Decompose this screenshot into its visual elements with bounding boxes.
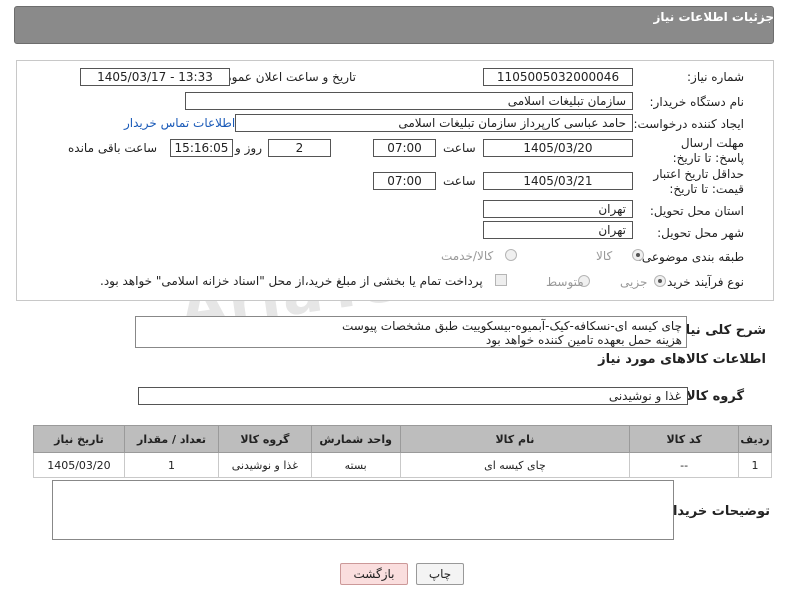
cell-qty: 1 [123, 452, 220, 478]
back-button[interactable]: بازگشت [340, 563, 408, 585]
price-time-field: 07:00 [373, 172, 436, 190]
city-label: شهر محل تحویل: [657, 226, 744, 240]
category-radio-goods-service[interactable] [505, 249, 517, 261]
cell-unit: بسته [310, 452, 401, 478]
cell-code: -- [629, 452, 740, 478]
cell-row: 1 [738, 452, 772, 478]
process-label: نوع فرآیند خرید : [659, 275, 744, 289]
col-date: تاریخ نیاز [33, 425, 125, 453]
price-date-field: 1405/03/21 [483, 172, 633, 190]
buyer-notes-textarea[interactable] [52, 480, 674, 540]
print-button[interactable]: چاپ [416, 563, 464, 585]
province-label: استان محل تحویل: [649, 204, 744, 218]
announce-label: تاریخ و ساعت اعلان عمومی: [211, 70, 356, 84]
col-unit: واحد شمارش [310, 425, 401, 453]
goods-section-title: اطلاعات کالاهای مورد نیاز [598, 352, 766, 367]
announce-field: 1405/03/17 - 13:33 [80, 68, 230, 86]
reply-time-label: ساعت [443, 141, 476, 155]
treasury-checkbox[interactable] [495, 274, 507, 286]
items-table: ردیف کد کالا نام کالا واحد شمارش گروه کا… [33, 425, 772, 478]
page-title: جزئیات اطلاعات نیاز [653, 10, 774, 24]
category-radio-goods[interactable] [632, 249, 644, 261]
need-number-label: شماره نیاز: [687, 70, 744, 84]
cell-date: 1405/03/20 [33, 452, 125, 478]
reply-time-field: 07:00 [373, 139, 436, 157]
remaining-label: ساعت باقی مانده [68, 141, 158, 155]
process-medium-label: متوسط [546, 275, 584, 289]
buyer-contact-link[interactable]: اطلاعات تماس خریدار [124, 116, 235, 130]
col-qty: تعداد / مقدار [123, 425, 220, 453]
category-goods-service-label: کالا/خدمت [441, 249, 494, 263]
col-group: گروه کالا [218, 425, 312, 453]
category-goods-label: کالا [596, 249, 613, 263]
creator-label: ایجاد کننده درخواست: [633, 117, 744, 131]
table-row: 1 -- چای کیسه ای بسته غذا و نوشیدنی 1 14… [33, 452, 772, 478]
description-textarea[interactable]: چای کیسه ای-نسکافه-کیک-آبمیوه-بیسکوییت ط… [135, 316, 687, 348]
goods-group-label: گروه کالا: [680, 389, 744, 404]
buyer-org-field: سازمان تبلیغات اسلامی [185, 92, 633, 110]
price-time-label: ساعت [443, 174, 476, 188]
city-field: تهران [483, 221, 633, 239]
price-validity-label: حداقل تاریخ اعتبار قیمت: تا تاریخ: [653, 167, 744, 196]
cell-name: چای کیسه ای [399, 452, 631, 478]
col-code: کد کالا [629, 425, 740, 453]
need-number-field: 1105005032000046 [483, 68, 633, 86]
process-minor-label: جزیی [620, 275, 648, 289]
cell-group: غذا و نوشیدنی [218, 452, 312, 478]
process-radio-minor[interactable] [654, 275, 666, 287]
col-row: ردیف [738, 425, 772, 453]
creator-field: حامد عباسی کارپرداز سازمان تبلیغات اسلام… [235, 114, 633, 132]
col-name: نام کالا [399, 425, 631, 453]
province-field: تهران [483, 200, 633, 218]
reply-deadline-label: مهلت ارسال پاسخ: تا تاریخ: [672, 136, 744, 165]
reply-date-field: 1405/03/20 [483, 139, 633, 157]
category-label: طبقه بندی موضوعی: [637, 250, 744, 264]
days-label: روز و [235, 141, 262, 155]
table-header-row: ردیف کد کالا نام کالا واحد شمارش گروه کا… [33, 425, 772, 453]
description-line-2: هزینه حمل بعهده تامین کننده خواهد بود [485, 333, 682, 347]
goods-group-field: غذا و نوشیدنی [138, 387, 688, 405]
buyer-notes-label: توضیحات خریدار: [660, 504, 770, 519]
payment-note: پرداخت تمام یا بخشی از مبلغ خرید،از محل … [100, 274, 483, 288]
description-line-1: چای کیسه ای-نسکافه-کیک-آبمیوه-بیسکوییت ط… [341, 319, 682, 333]
remaining-time-field: 15:16:05 [170, 139, 233, 157]
days-field: 2 [268, 139, 331, 157]
buyer-org-label: نام دستگاه خریدار: [649, 95, 745, 109]
